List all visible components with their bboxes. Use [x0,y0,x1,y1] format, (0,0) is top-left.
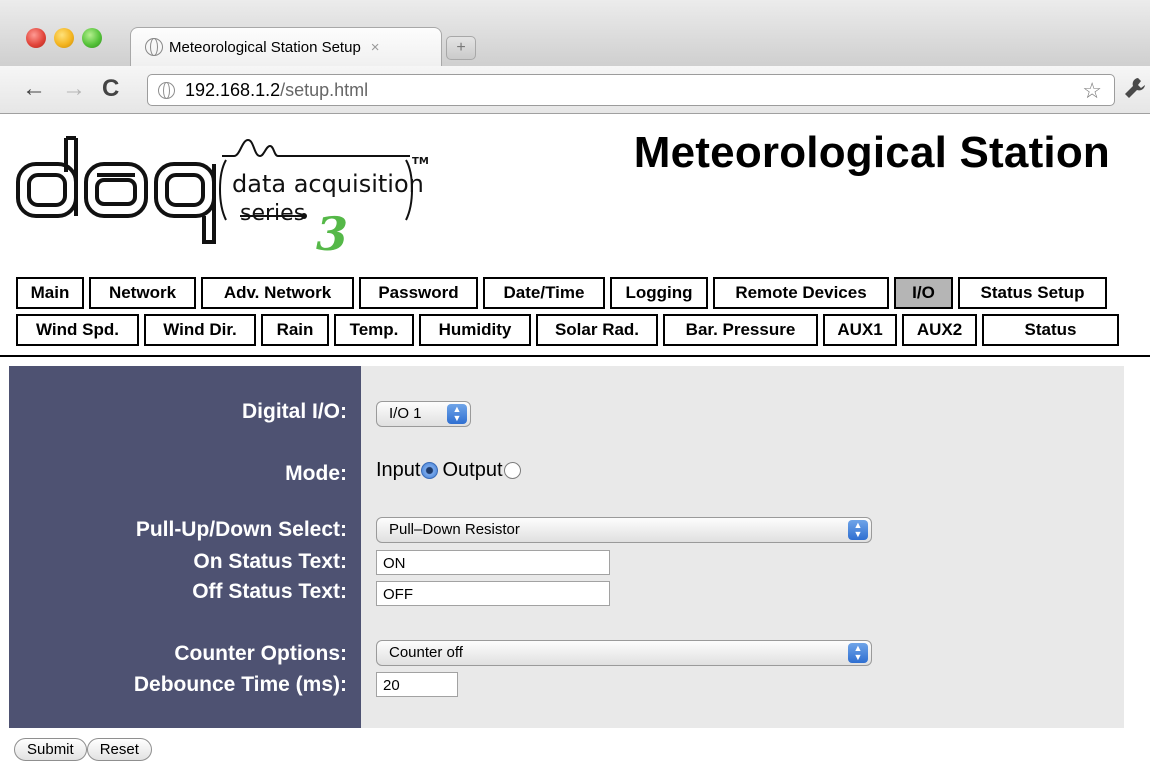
counter-options-label: Counter Options: [174,642,347,665]
pull-select-value: Pull–Down Resistor [389,521,520,538]
digital-io-select[interactable]: I/O 1 ▲ ▼ [376,401,471,427]
input-radio[interactable] [421,462,439,479]
logo-tm: TM [412,156,429,167]
off-status-label: Off Status Text: [192,580,347,603]
nav-status-setup[interactable]: Status Setup [958,277,1107,309]
form-label-column: Digital I/O: Mode: Pull-Up/Down Select: … [9,366,361,728]
form-buttons: Submit Reset [14,738,152,761]
select-arrows-icon: ▲ ▼ [447,404,467,424]
counter-options-select[interactable]: Counter off ▲ ▼ [376,640,872,666]
counter-select-value: Counter off [389,644,463,661]
logo-tagline-2: series [240,201,305,226]
globe-icon [158,81,175,99]
nav-wind-dir[interactable]: Wind Dir. [144,314,256,346]
nav-network[interactable]: Network [89,277,196,309]
nav-date-time[interactable]: Date/Time [483,277,605,309]
url-host: 192.168.1.2 [185,79,281,100]
output-radio[interactable] [503,462,521,479]
browser-tab-title: Meteorological Station Setup [169,38,361,56]
tab-close-icon[interactable]: × [371,39,380,56]
address-bar[interactable]: 192.168.1.2/setup.html ☆ [147,74,1115,106]
browser-tabstrip: Meteorological Station Setup × + [0,0,1150,66]
nav-wind-spd[interactable]: Wind Spd. [16,314,139,346]
new-tab-button[interactable]: + [446,36,476,60]
window-minimize-button[interactable] [54,28,74,48]
on-status-label: On Status Text: [193,550,347,573]
pull-up-down-select[interactable]: Pull–Down Resistor ▲ ▼ [376,517,872,543]
page-title: Meteorological Station [633,128,1110,177]
url-path: /setup.html [280,79,369,100]
browser-tab[interactable]: Meteorological Station Setup × [130,27,442,66]
nav-bar-pressure[interactable]: Bar. Pressure [663,314,818,346]
nav-password[interactable]: Password [359,277,478,309]
digital-io-value: I/O 1 [389,405,422,422]
debounce-time-label: Debounce Time (ms): [133,673,347,696]
on-status-text-input[interactable] [376,550,610,575]
nav-row-primary: Main Network Adv. Network Password Date/… [16,277,1112,309]
debounce-time-input[interactable] [376,672,458,697]
mode-label: Mode: [285,462,347,485]
nav-rain[interactable]: Rain [261,314,329,346]
nav-solar-rad[interactable]: Solar Rad. [536,314,658,346]
nav-aux2[interactable]: AUX2 [902,314,977,346]
daq-logo: data acquisition series 3 TM [14,134,434,261]
bookmark-star-icon[interactable]: ☆ [1082,78,1102,104]
pull-select-label: Pull-Up/Down Select: [135,518,347,541]
nav-remote-devices[interactable]: Remote Devices [713,277,889,309]
mode-radio-group: Input Output [376,459,525,482]
digital-io-label: Digital I/O: [242,400,347,423]
globe-icon [145,38,163,56]
reset-button[interactable]: Reset [86,738,152,761]
nav-logging[interactable]: Logging [610,277,708,309]
nav-adv-network[interactable]: Adv. Network [201,277,354,309]
nav-temp[interactable]: Temp. [334,314,414,346]
form-value-column: I/O 1 ▲ ▼ Input Output Pull–Down Resistor… [361,366,1124,728]
wrench-icon[interactable] [1124,76,1146,107]
window-close-button[interactable] [26,28,46,48]
back-arrow-icon[interactable]: ← [22,76,46,102]
io-settings-form: Digital I/O: Mode: Pull-Up/Down Select: … [9,366,1124,728]
nav-io[interactable]: I/O [894,277,953,309]
forward-arrow-icon[interactable]: → [62,76,86,102]
select-arrows-icon: ▲ ▼ [848,520,868,540]
reload-icon[interactable]: C [102,76,119,102]
header-divider [0,355,1150,357]
off-status-text-input[interactable] [376,581,610,606]
select-arrows-icon: ▲ ▼ [848,643,868,663]
logo-mark: 3 [316,207,348,254]
nav-aux1[interactable]: AUX1 [823,314,897,346]
submit-button[interactable]: Submit [14,738,87,761]
nav-humidity[interactable]: Humidity [419,314,531,346]
nav-main[interactable]: Main [16,277,84,309]
logo-tagline-1: data acquisition [232,170,424,198]
browser-toolbar: ← → C 192.168.1.2/setup.html ☆ [0,66,1150,114]
nav-row-secondary: Wind Spd. Wind Dir. Rain Temp. Humidity … [16,314,1124,346]
input-radio-label: Input [376,459,421,481]
output-radio-label: Output [442,459,503,481]
window-zoom-button[interactable] [82,28,102,48]
nav-status[interactable]: Status [982,314,1119,346]
